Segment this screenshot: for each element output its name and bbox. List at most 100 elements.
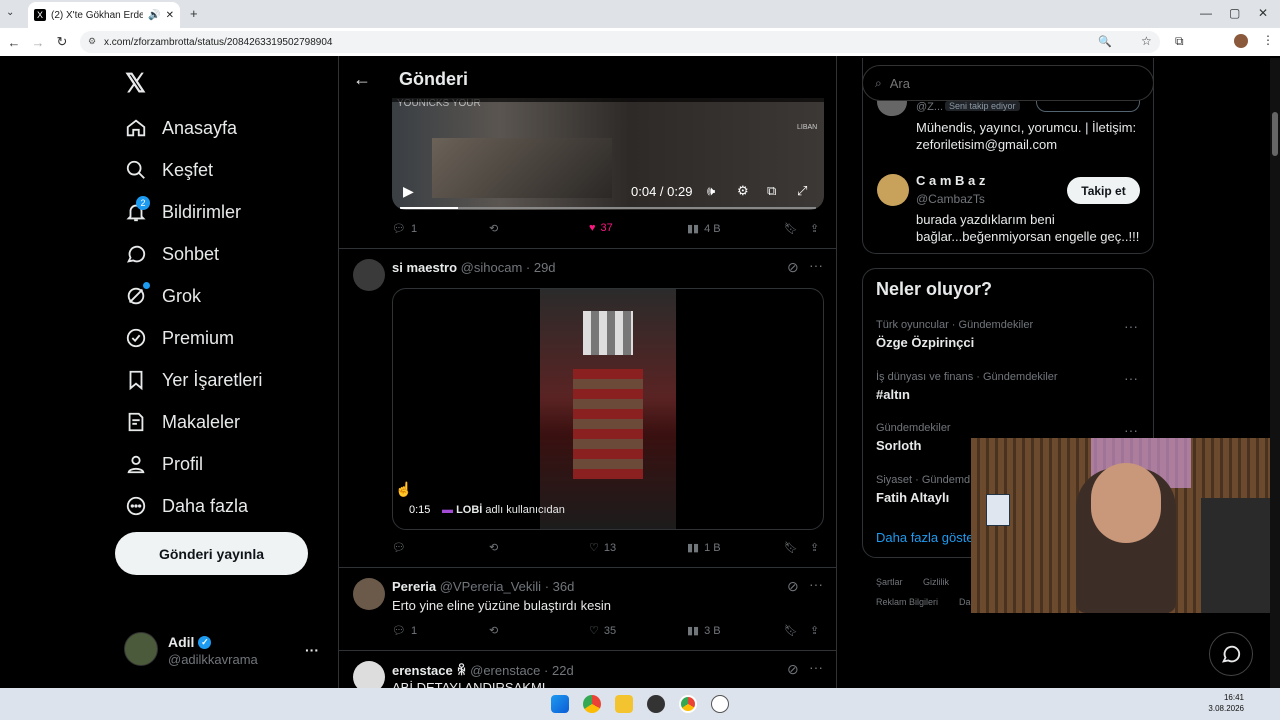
repost-button[interactable]: ⟲ bbox=[489, 624, 498, 637]
post2-video[interactable] bbox=[392, 288, 824, 530]
trend-topic[interactable]: Sorloth bbox=[876, 438, 922, 453]
trend-more-icon[interactable]: ··· bbox=[1124, 370, 1138, 386]
trend-topic[interactable]: #altın bbox=[876, 387, 910, 402]
play-icon[interactable]: ▶ bbox=[403, 183, 414, 200]
search-input[interactable] bbox=[889, 75, 1110, 91]
account-menu-icon[interactable]: ··· bbox=[305, 642, 319, 658]
new-tab-button[interactable]: + bbox=[190, 6, 198, 21]
like-button[interactable]: ♥ 37 bbox=[589, 222, 613, 234]
maximize-icon[interactable]: ▢ bbox=[1229, 6, 1240, 20]
show-more-link[interactable]: Daha fazla göste bbox=[876, 530, 974, 545]
video-progress-track[interactable] bbox=[400, 207, 816, 209]
nav-explore[interactable]: Keşfet bbox=[124, 158, 213, 182]
nav-articles[interactable]: Makaleler bbox=[124, 410, 240, 434]
views-button[interactable]: ▮▮ 3 B bbox=[687, 624, 721, 638]
trend-topic[interactable]: Fatih Altaylı bbox=[876, 490, 949, 505]
reload-icon[interactable]: ↻ bbox=[50, 34, 74, 50]
more-options-icon[interactable]: ··· bbox=[809, 659, 823, 675]
repost-button[interactable]: ⟲ bbox=[489, 541, 498, 554]
share-button[interactable]: ⇪ bbox=[810, 222, 819, 235]
user-name-row[interactable]: Adil ✓ bbox=[168, 634, 212, 650]
scrollbar-thumb[interactable] bbox=[1272, 112, 1278, 156]
more-options-icon[interactable]: ··· bbox=[809, 257, 823, 273]
browser-tab[interactable]: X (2) X'te Gökhan Erdem: "@... 🔊 ✕ bbox=[28, 2, 180, 28]
views-button[interactable]: ▮▮ 4 B bbox=[687, 222, 721, 236]
author-handle[interactable]: @sihocam bbox=[461, 260, 523, 275]
grok-analyze-icon[interactable]: ⊘ bbox=[787, 661, 799, 678]
avatar[interactable] bbox=[353, 578, 385, 610]
follow-button[interactable]: Takip et bbox=[1067, 177, 1140, 204]
site-info-icon[interactable]: ⚙ bbox=[88, 36, 96, 47]
bookmark-button[interactable]: 🔖︎ bbox=[784, 624, 798, 637]
nav-premium[interactable]: Premium bbox=[124, 326, 234, 350]
source-name[interactable]: LOBİ bbox=[456, 504, 482, 516]
bookmark-star-icon[interactable]: ☆ bbox=[1141, 34, 1152, 48]
profile-avatar[interactable] bbox=[1234, 34, 1248, 48]
bookmark-button[interactable]: 🔖︎ bbox=[784, 222, 798, 235]
nav-grok[interactable]: Grok bbox=[124, 282, 201, 308]
trend-more-icon[interactable]: ··· bbox=[1124, 318, 1138, 334]
avatar[interactable] bbox=[353, 259, 385, 291]
windows-start-icon[interactable] bbox=[551, 695, 569, 713]
tab-audio-icon[interactable]: 🔊 bbox=[148, 10, 160, 21]
post-button[interactable]: Gönderi yayınla bbox=[115, 532, 308, 575]
settings-icon[interactable]: ⚙ bbox=[737, 183, 749, 199]
post-date[interactable]: · 36d bbox=[545, 579, 575, 594]
author-handle[interactable]: @VPereria_Vekili bbox=[440, 579, 541, 594]
trend-more-icon[interactable]: ··· bbox=[1124, 422, 1138, 438]
footer-terms[interactable]: Şartlar bbox=[876, 577, 903, 587]
nav-more[interactable]: Daha fazla bbox=[124, 494, 248, 518]
nav-home[interactable]: Anasayfa bbox=[124, 116, 237, 140]
trend-topic[interactable]: Özge Özpirinçci bbox=[876, 335, 974, 350]
views-button[interactable]: ▮▮ 1 B bbox=[687, 541, 721, 555]
user-avatar[interactable] bbox=[124, 632, 158, 666]
tab-search-icon[interactable]: ⌄ bbox=[6, 7, 14, 18]
grok-analyze-icon[interactable]: ⊘ bbox=[787, 259, 799, 276]
messages-fab[interactable] bbox=[1209, 632, 1253, 676]
url-field[interactable]: x.com/zforzambrotta/status/2084263319502… bbox=[80, 31, 1160, 53]
share-button[interactable]: ⇪ bbox=[810, 624, 819, 637]
zoom-icon[interactable]: 🔍 bbox=[1098, 35, 1112, 48]
nav-bookmarks[interactable]: Yer İşaretleri bbox=[124, 368, 262, 392]
pip-icon[interactable]: ⧉ bbox=[767, 183, 776, 199]
share-button[interactable]: ⇪ bbox=[810, 541, 819, 554]
back-arrow-icon[interactable]: ← bbox=[353, 69, 371, 90]
reply-button[interactable]: 💬︎ bbox=[392, 541, 411, 554]
reply-button[interactable]: 💬︎ 1 bbox=[392, 624, 417, 638]
more-options-icon[interactable]: ··· bbox=[809, 576, 823, 592]
suggest1-handle[interactable]: @Z... bbox=[916, 101, 943, 113]
like-button[interactable]: ♡ 35 bbox=[589, 624, 616, 638]
author-name[interactable]: si maestro bbox=[392, 260, 457, 275]
chrome-active-icon[interactable] bbox=[679, 695, 697, 713]
volume-icon[interactable]: 🕪 bbox=[707, 183, 715, 199]
avatar[interactable] bbox=[353, 661, 385, 688]
extensions-icon[interactable]: ⧉ bbox=[1175, 34, 1184, 49]
grok-analyze-icon[interactable]: ⊘ bbox=[787, 578, 799, 595]
x-logo-icon[interactable]: 𝕏 bbox=[125, 68, 146, 99]
chrome-icon[interactable] bbox=[583, 695, 601, 713]
folder-icon[interactable] bbox=[615, 695, 633, 713]
bookmark-button[interactable]: 🔖︎ bbox=[784, 541, 798, 554]
repost-button[interactable]: ⟲ bbox=[489, 222, 498, 235]
avatar[interactable] bbox=[877, 174, 909, 206]
like-button[interactable]: ♡ 13 bbox=[589, 541, 616, 555]
suggest2-name[interactable]: C a m B a z bbox=[916, 173, 985, 188]
post-date[interactable]: · 22d bbox=[544, 663, 574, 678]
obs-icon[interactable] bbox=[647, 695, 665, 713]
suggest2-handle[interactable]: @CambazTs bbox=[916, 192, 985, 206]
close-window-icon[interactable]: ✕ bbox=[1258, 6, 1268, 20]
nav-profile[interactable]: Profil bbox=[124, 452, 203, 476]
footer-more[interactable]: Da bbox=[959, 597, 971, 607]
nav-chat[interactable]: Sohbet bbox=[124, 242, 219, 266]
nav-notifications[interactable]: 2 Bildirimler bbox=[124, 196, 241, 224]
search-box[interactable]: ⌕ bbox=[862, 65, 1154, 101]
footer-ads[interactable]: Reklam Bilgileri bbox=[876, 597, 938, 607]
footer-privacy[interactable]: Gizlilik bbox=[923, 577, 949, 587]
author-name[interactable]: Pereria bbox=[392, 579, 436, 594]
author-handle[interactable]: @erenstace bbox=[470, 663, 540, 678]
forward-icon[interactable]: → bbox=[26, 35, 50, 50]
minimize-icon[interactable]: — bbox=[1200, 6, 1212, 20]
post1-video[interactable]: YOUNICKS YOUR LIBAN bbox=[392, 98, 824, 210]
post-date[interactable]: · 29d bbox=[526, 260, 556, 275]
fullscreen-icon[interactable]: ⤢ bbox=[797, 183, 807, 199]
